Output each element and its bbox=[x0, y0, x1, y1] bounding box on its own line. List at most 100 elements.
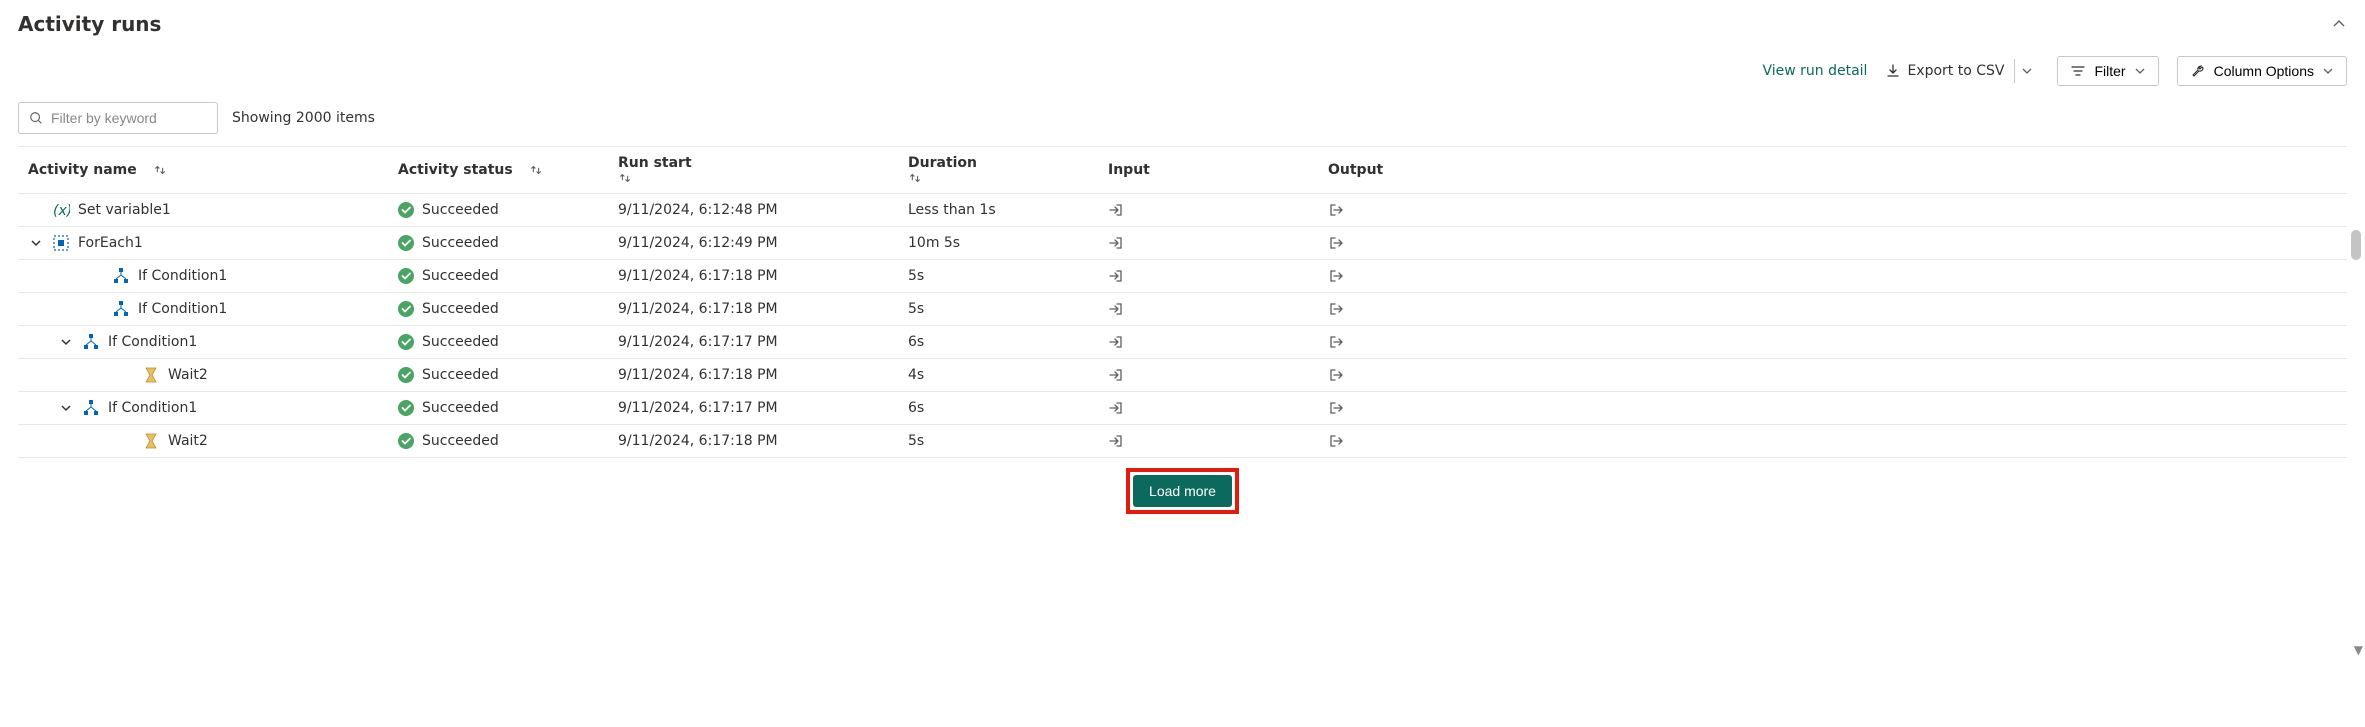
input-icon[interactable] bbox=[1108, 235, 1328, 251]
load-more-button[interactable]: Load more bbox=[1133, 475, 1232, 507]
output-icon[interactable] bbox=[1328, 334, 2347, 350]
column-header-name[interactable]: Activity name bbox=[18, 162, 398, 178]
activity-name-label: If Condition1 bbox=[138, 268, 227, 284]
expand-toggle-icon[interactable] bbox=[58, 336, 74, 348]
svg-text:(x): (x) bbox=[53, 203, 70, 219]
output-icon[interactable] bbox=[1328, 268, 2347, 284]
condition-icon bbox=[112, 300, 130, 318]
activity-name-label: If Condition1 bbox=[138, 301, 227, 317]
run-start-label: 9/11/2024, 6:17:18 PM bbox=[618, 301, 908, 317]
column-header-output-label: Output bbox=[1328, 162, 1383, 178]
run-start-label: 9/11/2024, 6:12:48 PM bbox=[618, 202, 908, 218]
activity-name-label: Wait2 bbox=[168, 433, 208, 449]
input-icon[interactable] bbox=[1108, 433, 1328, 449]
input-icon[interactable] bbox=[1108, 334, 1328, 350]
duration-label: 6s bbox=[908, 400, 1108, 416]
collapse-chevron-icon[interactable] bbox=[2331, 16, 2347, 32]
duration-label: 5s bbox=[908, 268, 1108, 284]
status-label: Succeeded bbox=[422, 367, 499, 383]
output-icon[interactable] bbox=[1328, 400, 2347, 416]
output-icon[interactable] bbox=[1328, 202, 2347, 218]
duration-label: 5s bbox=[908, 433, 1108, 449]
table-row[interactable]: ForEach1Succeeded9/11/2024, 6:12:49 PM10… bbox=[18, 227, 2347, 260]
table-row[interactable]: If Condition1Succeeded9/11/2024, 6:17:17… bbox=[18, 326, 2347, 359]
column-header-input-label: Input bbox=[1108, 162, 1150, 178]
run-start-label: 9/11/2024, 6:12:49 PM bbox=[618, 235, 908, 251]
activity-name-label: Wait2 bbox=[168, 367, 208, 383]
wait-icon bbox=[142, 432, 160, 450]
column-header-duration[interactable]: Duration bbox=[908, 155, 1108, 185]
export-dropdown-chevron[interactable] bbox=[2014, 59, 2039, 83]
filter-button[interactable]: Filter bbox=[2057, 56, 2158, 86]
output-icon[interactable] bbox=[1328, 367, 2347, 383]
filter-keyword-field[interactable] bbox=[49, 109, 207, 127]
column-header-start-label: Run start bbox=[618, 155, 692, 171]
table-row[interactable]: If Condition1Succeeded9/11/2024, 6:17:17… bbox=[18, 392, 2347, 425]
sort-icon bbox=[529, 163, 543, 177]
column-options-button[interactable]: Column Options bbox=[2177, 56, 2347, 86]
filter-keyword-input[interactable] bbox=[18, 102, 218, 134]
table-row[interactable]: If Condition1 Succeeded 9/11/2024, 6:17:18… bbox=[18, 293, 2347, 326]
item-count-text: Showing 2000 items bbox=[232, 110, 375, 126]
column-header-output: Output bbox=[1328, 162, 2347, 178]
success-icon bbox=[398, 334, 414, 350]
success-icon bbox=[398, 400, 414, 416]
duration-label: 5s bbox=[908, 301, 1108, 317]
activity-name-label: Set variable1 bbox=[78, 202, 171, 218]
table-header-row: Activity name Activity status Run start … bbox=[18, 146, 2347, 194]
view-run-detail-link[interactable]: View run detail bbox=[1762, 63, 1867, 79]
run-start-label: 9/11/2024, 6:17:18 PM bbox=[618, 268, 908, 284]
sort-icon bbox=[908, 171, 1108, 185]
scroll-down-arrow-icon[interactable]: ▼ bbox=[2354, 643, 2363, 657]
expand-toggle-icon[interactable] bbox=[58, 402, 74, 414]
input-icon[interactable] bbox=[1108, 268, 1328, 284]
duration-label: 4s bbox=[908, 367, 1108, 383]
column-options-label: Column Options bbox=[2214, 63, 2314, 79]
duration-label: Less than 1s bbox=[908, 202, 1108, 218]
table-row[interactable]: Wait2Succeeded9/11/2024, 6:17:18 PM5s bbox=[18, 425, 2347, 458]
column-header-start[interactable]: Run start bbox=[618, 155, 908, 185]
status-label: Succeeded bbox=[422, 268, 499, 284]
table-row[interactable]: If Condition1 Succeeded 9/11/2024, 6:17:18… bbox=[18, 260, 2347, 293]
sort-icon bbox=[153, 163, 167, 177]
status-label: Succeeded bbox=[422, 301, 499, 317]
output-icon[interactable] bbox=[1328, 235, 2347, 251]
input-icon[interactable] bbox=[1108, 301, 1328, 317]
input-icon[interactable] bbox=[1108, 367, 1328, 383]
table-row[interactable]: (x) Set variable1 Succeeded 9/11/2024, 6:12… bbox=[18, 194, 2347, 227]
input-icon[interactable] bbox=[1108, 400, 1328, 416]
run-start-label: 9/11/2024, 6:17:18 PM bbox=[618, 433, 908, 449]
export-to-csv-button[interactable]: Export to CSV bbox=[1885, 59, 2039, 83]
success-icon bbox=[398, 235, 414, 251]
chevron-down-icon bbox=[2322, 65, 2334, 77]
success-icon bbox=[398, 202, 414, 218]
variable-icon: (x) bbox=[52, 201, 70, 219]
wrench-icon bbox=[2190, 63, 2206, 79]
duration-label: 6s bbox=[908, 334, 1108, 350]
expand-toggle-icon[interactable] bbox=[28, 237, 44, 249]
download-icon bbox=[1885, 63, 1901, 79]
table-row[interactable]: Wait2Succeeded9/11/2024, 6:17:18 PM4s bbox=[18, 359, 2347, 392]
run-start-label: 9/11/2024, 6:17:17 PM bbox=[618, 400, 908, 416]
status-label: Succeeded bbox=[422, 334, 499, 350]
status-label: Succeeded bbox=[422, 235, 499, 251]
input-icon[interactable] bbox=[1108, 202, 1328, 218]
column-header-name-label: Activity name bbox=[28, 162, 137, 178]
filter-icon bbox=[2070, 63, 2086, 79]
status-label: Succeeded bbox=[422, 202, 499, 218]
search-icon bbox=[29, 111, 43, 125]
success-icon bbox=[398, 301, 414, 317]
column-header-status[interactable]: Activity status bbox=[398, 162, 618, 178]
success-icon bbox=[398, 433, 414, 449]
run-start-label: 9/11/2024, 6:17:17 PM bbox=[618, 334, 908, 350]
column-header-duration-label: Duration bbox=[908, 155, 977, 171]
chevron-down-icon bbox=[2134, 65, 2146, 77]
sort-icon bbox=[618, 171, 908, 185]
activity-name-label: ForEach1 bbox=[78, 235, 143, 251]
page-title: Activity runs bbox=[18, 12, 161, 36]
output-icon[interactable] bbox=[1328, 433, 2347, 449]
output-icon[interactable] bbox=[1328, 301, 2347, 317]
scrollbar-thumb[interactable] bbox=[2351, 230, 2361, 260]
condition-icon bbox=[82, 399, 100, 417]
column-header-input: Input bbox=[1108, 162, 1328, 178]
